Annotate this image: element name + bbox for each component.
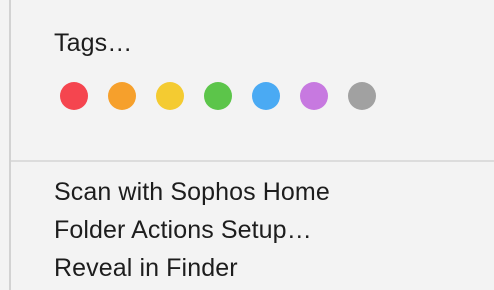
blue-tag-icon[interactable] <box>252 82 280 110</box>
purple-tag-icon[interactable] <box>300 82 328 110</box>
menu-separator <box>11 160 494 162</box>
scan-with-sophos-home-menu-item[interactable]: Scan with Sophos Home <box>54 177 330 207</box>
tags-menu-item[interactable]: Tags… <box>54 28 132 58</box>
tag-color-row <box>60 82 376 110</box>
context-menu: Tags… Scan with Sophos Home Folder Actio… <box>0 0 494 290</box>
yellow-tag-icon[interactable] <box>156 82 184 110</box>
reveal-in-finder-menu-item[interactable]: Reveal in Finder <box>54 253 238 283</box>
folder-actions-setup-menu-item[interactable]: Folder Actions Setup… <box>54 215 312 245</box>
gray-tag-icon[interactable] <box>348 82 376 110</box>
red-tag-icon[interactable] <box>60 82 88 110</box>
menu-left-border <box>9 0 11 290</box>
green-tag-icon[interactable] <box>204 82 232 110</box>
orange-tag-icon[interactable] <box>108 82 136 110</box>
